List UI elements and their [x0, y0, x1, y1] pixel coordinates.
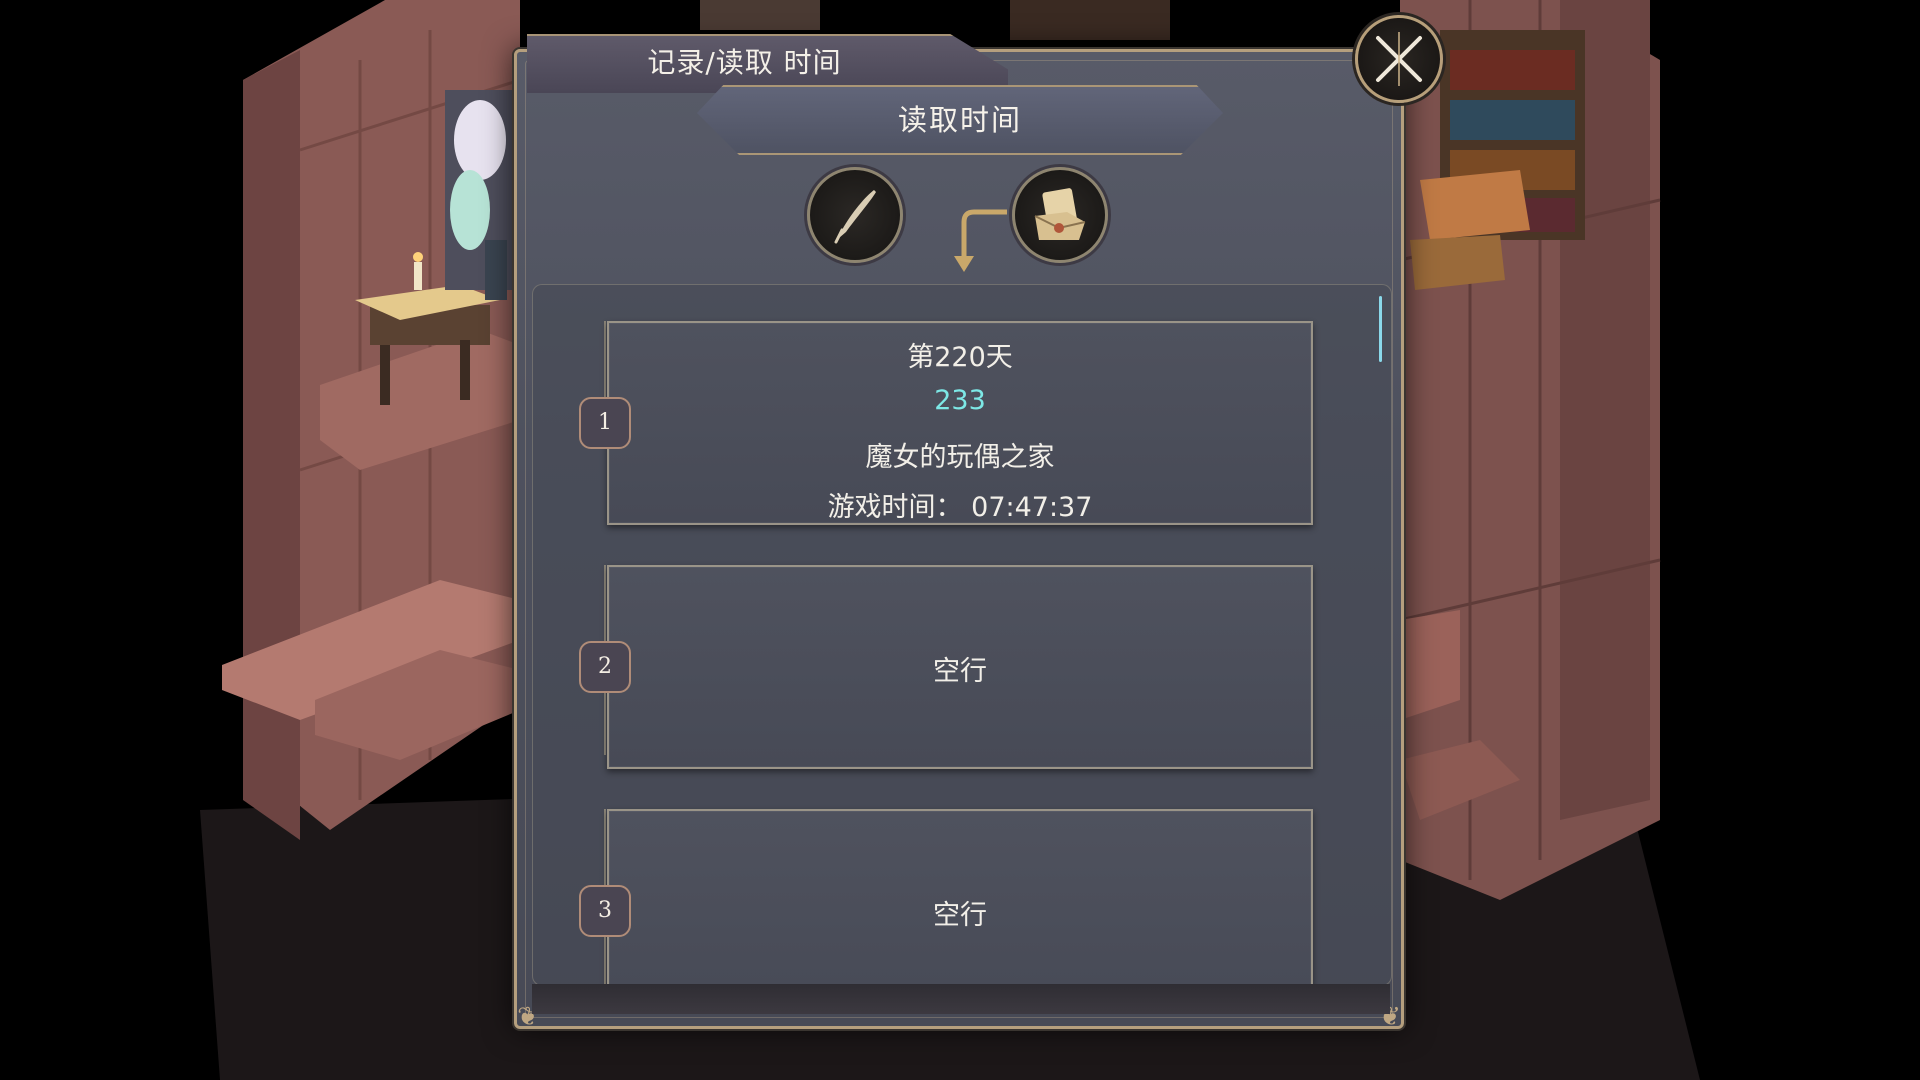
list-scrollbar[interactable] — [1379, 296, 1382, 362]
mode-banner-label: 读取时间 — [897, 103, 1022, 137]
slot-day: 第220天 — [907, 342, 1013, 373]
slot-playtime: 游戏时间： 07:47:37 — [827, 492, 1093, 523]
slot-number-badge: 1 — [579, 397, 631, 449]
slot-connector-line — [604, 321, 606, 401]
dialog-bottom-rim — [532, 984, 1390, 1014]
save-slot-1[interactable]: 第220天 233 魔女的玩偶之家 游戏时间： 07:47:37 — [607, 321, 1313, 525]
slot-empty-label: 空行 — [933, 900, 987, 931]
quill-pen-icon — [834, 190, 876, 244]
slot-number-badge: 2 — [579, 641, 631, 693]
save-mode-button[interactable] — [807, 167, 903, 263]
slot-empty-label: 空行 — [933, 656, 987, 687]
slot-number-badge: 3 — [579, 885, 631, 937]
save-slot-list[interactable]: 第220天 233 魔女的玩偶之家 游戏时间： 07:47:37 1 空行 2 … — [532, 284, 1392, 986]
dialog-title: 记录/读取 时间 — [647, 46, 842, 79]
close-x-icon — [1376, 32, 1422, 86]
load-mode-button[interactable] — [1012, 167, 1108, 263]
scroll-letter-icon — [1034, 188, 1086, 240]
curved-arrow-down-icon — [954, 209, 1007, 272]
slot-save-name: 233 — [934, 385, 986, 416]
close-button[interactable] — [1355, 15, 1443, 103]
slot-location: 魔女的玩偶之家 — [865, 442, 1055, 473]
save-slot-3[interactable]: 空行 — [607, 809, 1313, 985]
save-slot-2[interactable]: 空行 — [607, 565, 1313, 769]
